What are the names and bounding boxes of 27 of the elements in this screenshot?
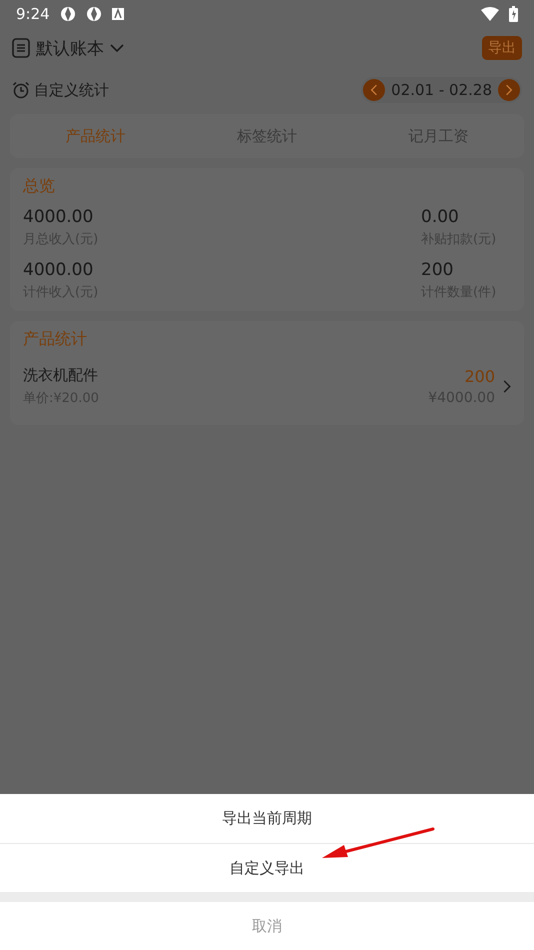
ledger-icon[interactable]	[12, 38, 30, 58]
stat-value: 200	[421, 260, 454, 280]
battery-icon	[509, 6, 518, 22]
product-count: 200	[464, 367, 495, 386]
chevron-left-icon	[370, 84, 378, 96]
card-title: 产品统计	[23, 329, 88, 350]
keyboard-notification-icon	[112, 8, 124, 20]
stat-value: 0.00	[421, 207, 460, 227]
caret-icon	[110, 44, 124, 52]
period-label: 自定义统计	[34, 80, 109, 100]
alarm-clock-icon	[12, 81, 30, 99]
next-period-button[interactable]	[498, 79, 520, 101]
stat-value: 4000.00	[23, 260, 94, 280]
product-name: 洗衣机配件	[23, 366, 99, 385]
status-time: 9:24	[16, 5, 50, 23]
stat-value: 4000.00	[23, 207, 94, 227]
chevron-right-icon	[505, 84, 513, 96]
tab[interactable]: 产品统计	[10, 114, 182, 158]
app-notification-icon	[60, 6, 76, 22]
chevron-right-icon	[503, 380, 511, 393]
book-selector[interactable]: 默认账本	[36, 36, 124, 60]
card-title: 总览	[23, 176, 56, 197]
wifi-icon	[481, 7, 499, 21]
app-notification-icon	[86, 6, 102, 22]
date-range: 02.01 - 02.28	[391, 81, 492, 99]
export-button[interactable]: 导出	[482, 36, 522, 60]
previous-period-button[interactable]	[363, 79, 386, 101]
